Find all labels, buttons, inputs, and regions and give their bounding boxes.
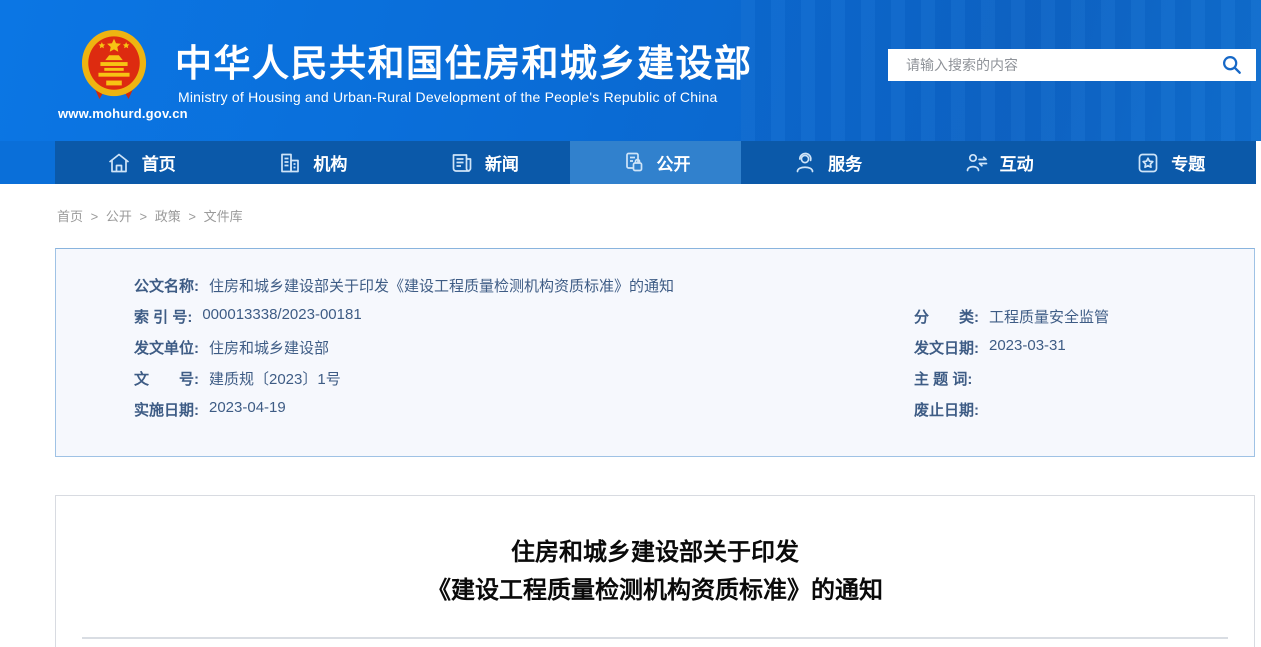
meta-value-doc-no: 建质规〔2023〕1号: [209, 371, 341, 388]
main-nav: 首页 机构 新闻 公开 服务 互动 专题: [55, 141, 1256, 184]
breadcrumb-home[interactable]: 首页: [57, 209, 83, 224]
nav-item-interaction[interactable]: 互动: [913, 141, 1085, 184]
meta-label-category: 分 类:: [914, 309, 979, 326]
site-url: www.mohurd.gov.cn: [58, 106, 188, 121]
topics-icon: [1135, 150, 1161, 176]
meta-value-index-no: 000013338/2023-00181: [202, 306, 362, 323]
home-icon: [106, 150, 132, 176]
site-title-en: Ministry of Housing and Urban-Rural Deve…: [178, 89, 718, 105]
meta-row: 发文单位: 住房和城乡建设部 发文日期: 2023-03-31: [134, 332, 1254, 363]
meta-row: 实施日期: 2023-04-19 废止日期:: [134, 394, 1254, 425]
nav-item-organization[interactable]: 机构: [227, 141, 399, 184]
meta-label-repeal-date: 废止日期:: [914, 402, 979, 419]
breadcrumb-separator: >: [188, 209, 196, 224]
nav-item-home[interactable]: 首页: [55, 141, 227, 184]
document-meta-card: 公文名称: 住房和城乡建设部关于印发《建设工程质量检测机构资质标准》的通知 索 …: [55, 248, 1255, 457]
article-panel: 住房和城乡建设部关于印发 《建设工程质量检测机构资质标准》的通知: [55, 495, 1255, 647]
search-icon: [1223, 56, 1241, 74]
meta-value-effective-date: 2023-04-19: [209, 399, 286, 416]
meta-label-effective-date: 实施日期:: [134, 402, 199, 419]
article-title-line2: 《建设工程质量检测机构资质标准》的通知: [427, 577, 883, 604]
meta-label-issuing-unit: 发文单位:: [134, 340, 199, 357]
interaction-icon: [964, 150, 990, 176]
meta-label-index-no: 索 引 号:: [134, 309, 193, 326]
meta-value-issue-date: 2023-03-31: [989, 337, 1066, 354]
search-box: [888, 49, 1256, 81]
nav-item-news[interactable]: 新闻: [398, 141, 570, 184]
article-divider: [82, 637, 1228, 639]
breadcrumb: 首页 > 公开 > 政策 > 文件库: [57, 206, 247, 225]
news-icon: [449, 150, 475, 176]
meta-value-category: 工程质量安全监管: [989, 309, 1110, 326]
nav-item-service[interactable]: 服务: [741, 141, 913, 184]
meta-value-issuing-unit: 住房和城乡建设部: [209, 340, 330, 357]
national-emblem-logo[interactable]: [80, 27, 148, 103]
breadcrumb-library[interactable]: 文件库: [204, 209, 243, 224]
search-button[interactable]: [1220, 53, 1244, 77]
meta-label-subject-words: 主 题 词:: [914, 371, 973, 388]
meta-row: 索 引 号: 000013338/2023-00181 分 类: 工程质量安全监…: [134, 301, 1254, 332]
breadcrumb-separator: >: [139, 209, 148, 224]
service-icon: [792, 150, 818, 176]
meta-label-issue-date: 发文日期:: [914, 340, 979, 357]
nav-item-topics[interactable]: 专题: [1084, 141, 1256, 184]
breadcrumb-policy[interactable]: 政策: [155, 209, 181, 224]
nav-label: 专题: [1171, 155, 1206, 174]
national-emblem-icon: [81, 30, 147, 99]
meta-row: 文 号: 建质规〔2023〕1号 主 题 词:: [134, 363, 1254, 394]
breadcrumb-separator: >: [90, 209, 99, 224]
nav-label: 互动: [999, 155, 1034, 174]
nav-item-disclosure[interactable]: 公开: [569, 141, 742, 184]
nav-label: 机构: [313, 155, 348, 174]
meta-row-name: 公文名称: 住房和城乡建设部关于印发《建设工程质量检测机构资质标准》的通知: [134, 270, 1254, 301]
breadcrumb-disclosure[interactable]: 公开: [106, 209, 132, 224]
meta-value-doc-name: 住房和城乡建设部关于印发《建设工程质量检测机构资质标准》的通知: [209, 278, 675, 295]
nav-label: 首页: [141, 155, 176, 174]
organization-icon: [277, 150, 303, 176]
site-header: www.mohurd.gov.cn 中华人民共和国住房和城乡建设部 Minist…: [0, 0, 1261, 184]
article-title-line1: 住房和城乡建设部关于印发: [511, 539, 799, 566]
nav-label: 公开: [656, 155, 691, 174]
nav-label: 服务: [828, 155, 863, 174]
site-title-cn: 中华人民共和国住房和城乡建设部: [175, 43, 753, 84]
disclosure-icon: [621, 150, 647, 176]
search-input[interactable]: [906, 57, 1220, 73]
nav-label: 新闻: [484, 155, 519, 174]
meta-label-doc-name: 公文名称:: [134, 278, 199, 295]
meta-label-doc-no: 文 号:: [134, 371, 199, 388]
page: www.mohurd.gov.cn 中华人民共和国住房和城乡建设部 Minist…: [0, 0, 1261, 647]
